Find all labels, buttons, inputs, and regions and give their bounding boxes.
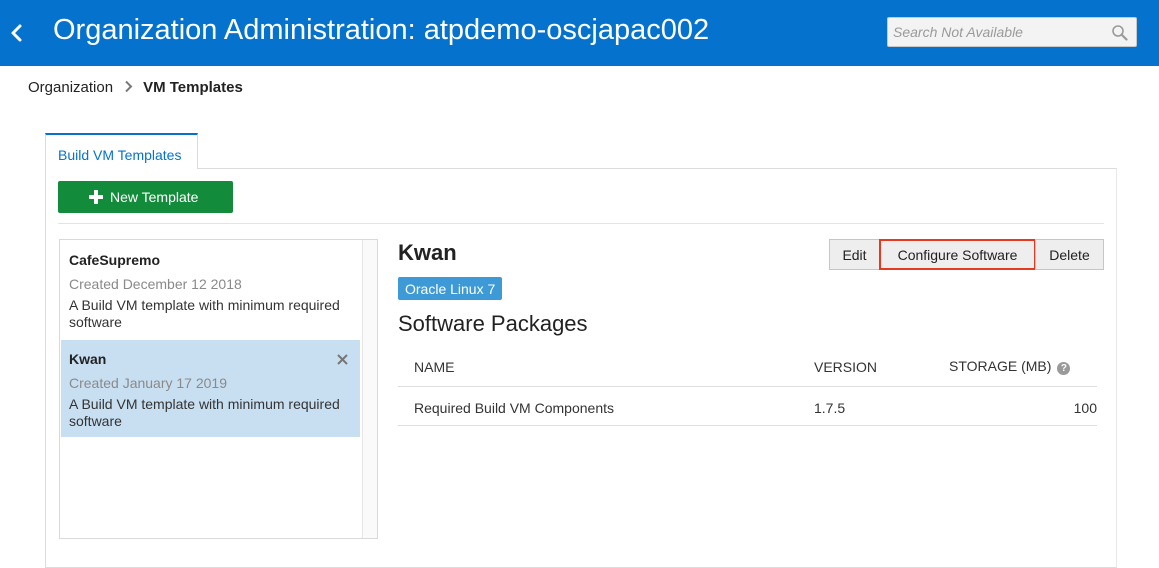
search-box[interactable] [887, 17, 1137, 47]
table-header: NAME VERSION STORAGE (MB)? [398, 346, 1097, 387]
column-header-storage: STORAGE (MB)? [949, 358, 1071, 375]
search-input[interactable] [893, 24, 1098, 40]
back-chevron-icon[interactable] [8, 20, 28, 46]
breadcrumb-organization-link[interactable]: Organization [28, 79, 113, 96]
header-bar: Organization Administration: atpdemo-osc… [0, 0, 1159, 66]
divider [58, 223, 1104, 224]
column-header-name: NAME [414, 359, 455, 375]
help-icon[interactable]: ? [1057, 362, 1071, 375]
list-scrollbar[interactable] [362, 240, 377, 538]
package-version: 1.7.5 [814, 400, 846, 416]
section-title: Software Packages [398, 311, 588, 336]
close-icon[interactable] [337, 352, 348, 370]
template-description: A Build VM template with minimum require… [69, 297, 340, 330]
edit-button[interactable]: Edit [829, 239, 880, 270]
chevron-right-icon [124, 80, 133, 97]
list-item[interactable]: CafeSupremo Created December 12 2018 A B… [61, 241, 360, 340]
tab-build-vm-templates[interactable]: Build VM Templates [45, 133, 198, 169]
package-name: Required Build VM Components [414, 400, 614, 416]
page-title: Organization Administration: atpdemo-osc… [53, 14, 710, 46]
configure-software-button[interactable]: Configure Software [879, 239, 1036, 270]
plus-icon [89, 190, 103, 207]
template-list: CafeSupremo Created December 12 2018 A B… [59, 239, 378, 539]
column-header-storage-label: STORAGE (MB) [949, 358, 1052, 374]
template-created: Created January 17 2019 [69, 375, 227, 391]
list-item[interactable]: Kwan Created January 17 2019 A Build VM … [61, 340, 360, 437]
new-template-button[interactable]: New Template [58, 181, 233, 213]
os-badge: Oracle Linux 7 [398, 277, 503, 300]
template-name: Kwan [69, 351, 107, 367]
search-icon[interactable] [1111, 24, 1128, 46]
delete-button[interactable]: Delete [1035, 239, 1104, 270]
template-detail-title: Kwan [398, 240, 457, 265]
column-header-version: VERSION [814, 359, 878, 375]
new-template-label: New Template [110, 189, 199, 205]
breadcrumb-current: VM Templates [143, 79, 243, 96]
template-description: A Build VM template with minimum require… [69, 396, 340, 429]
table-row: Required Build VM Components 1.7.5 100 [398, 387, 1097, 426]
package-storage: 100 [1073, 400, 1097, 416]
template-name: CafeSupremo [69, 252, 161, 268]
template-created: Created December 12 2018 [69, 276, 242, 292]
breadcrumb: Organization VM Templates [28, 79, 243, 97]
